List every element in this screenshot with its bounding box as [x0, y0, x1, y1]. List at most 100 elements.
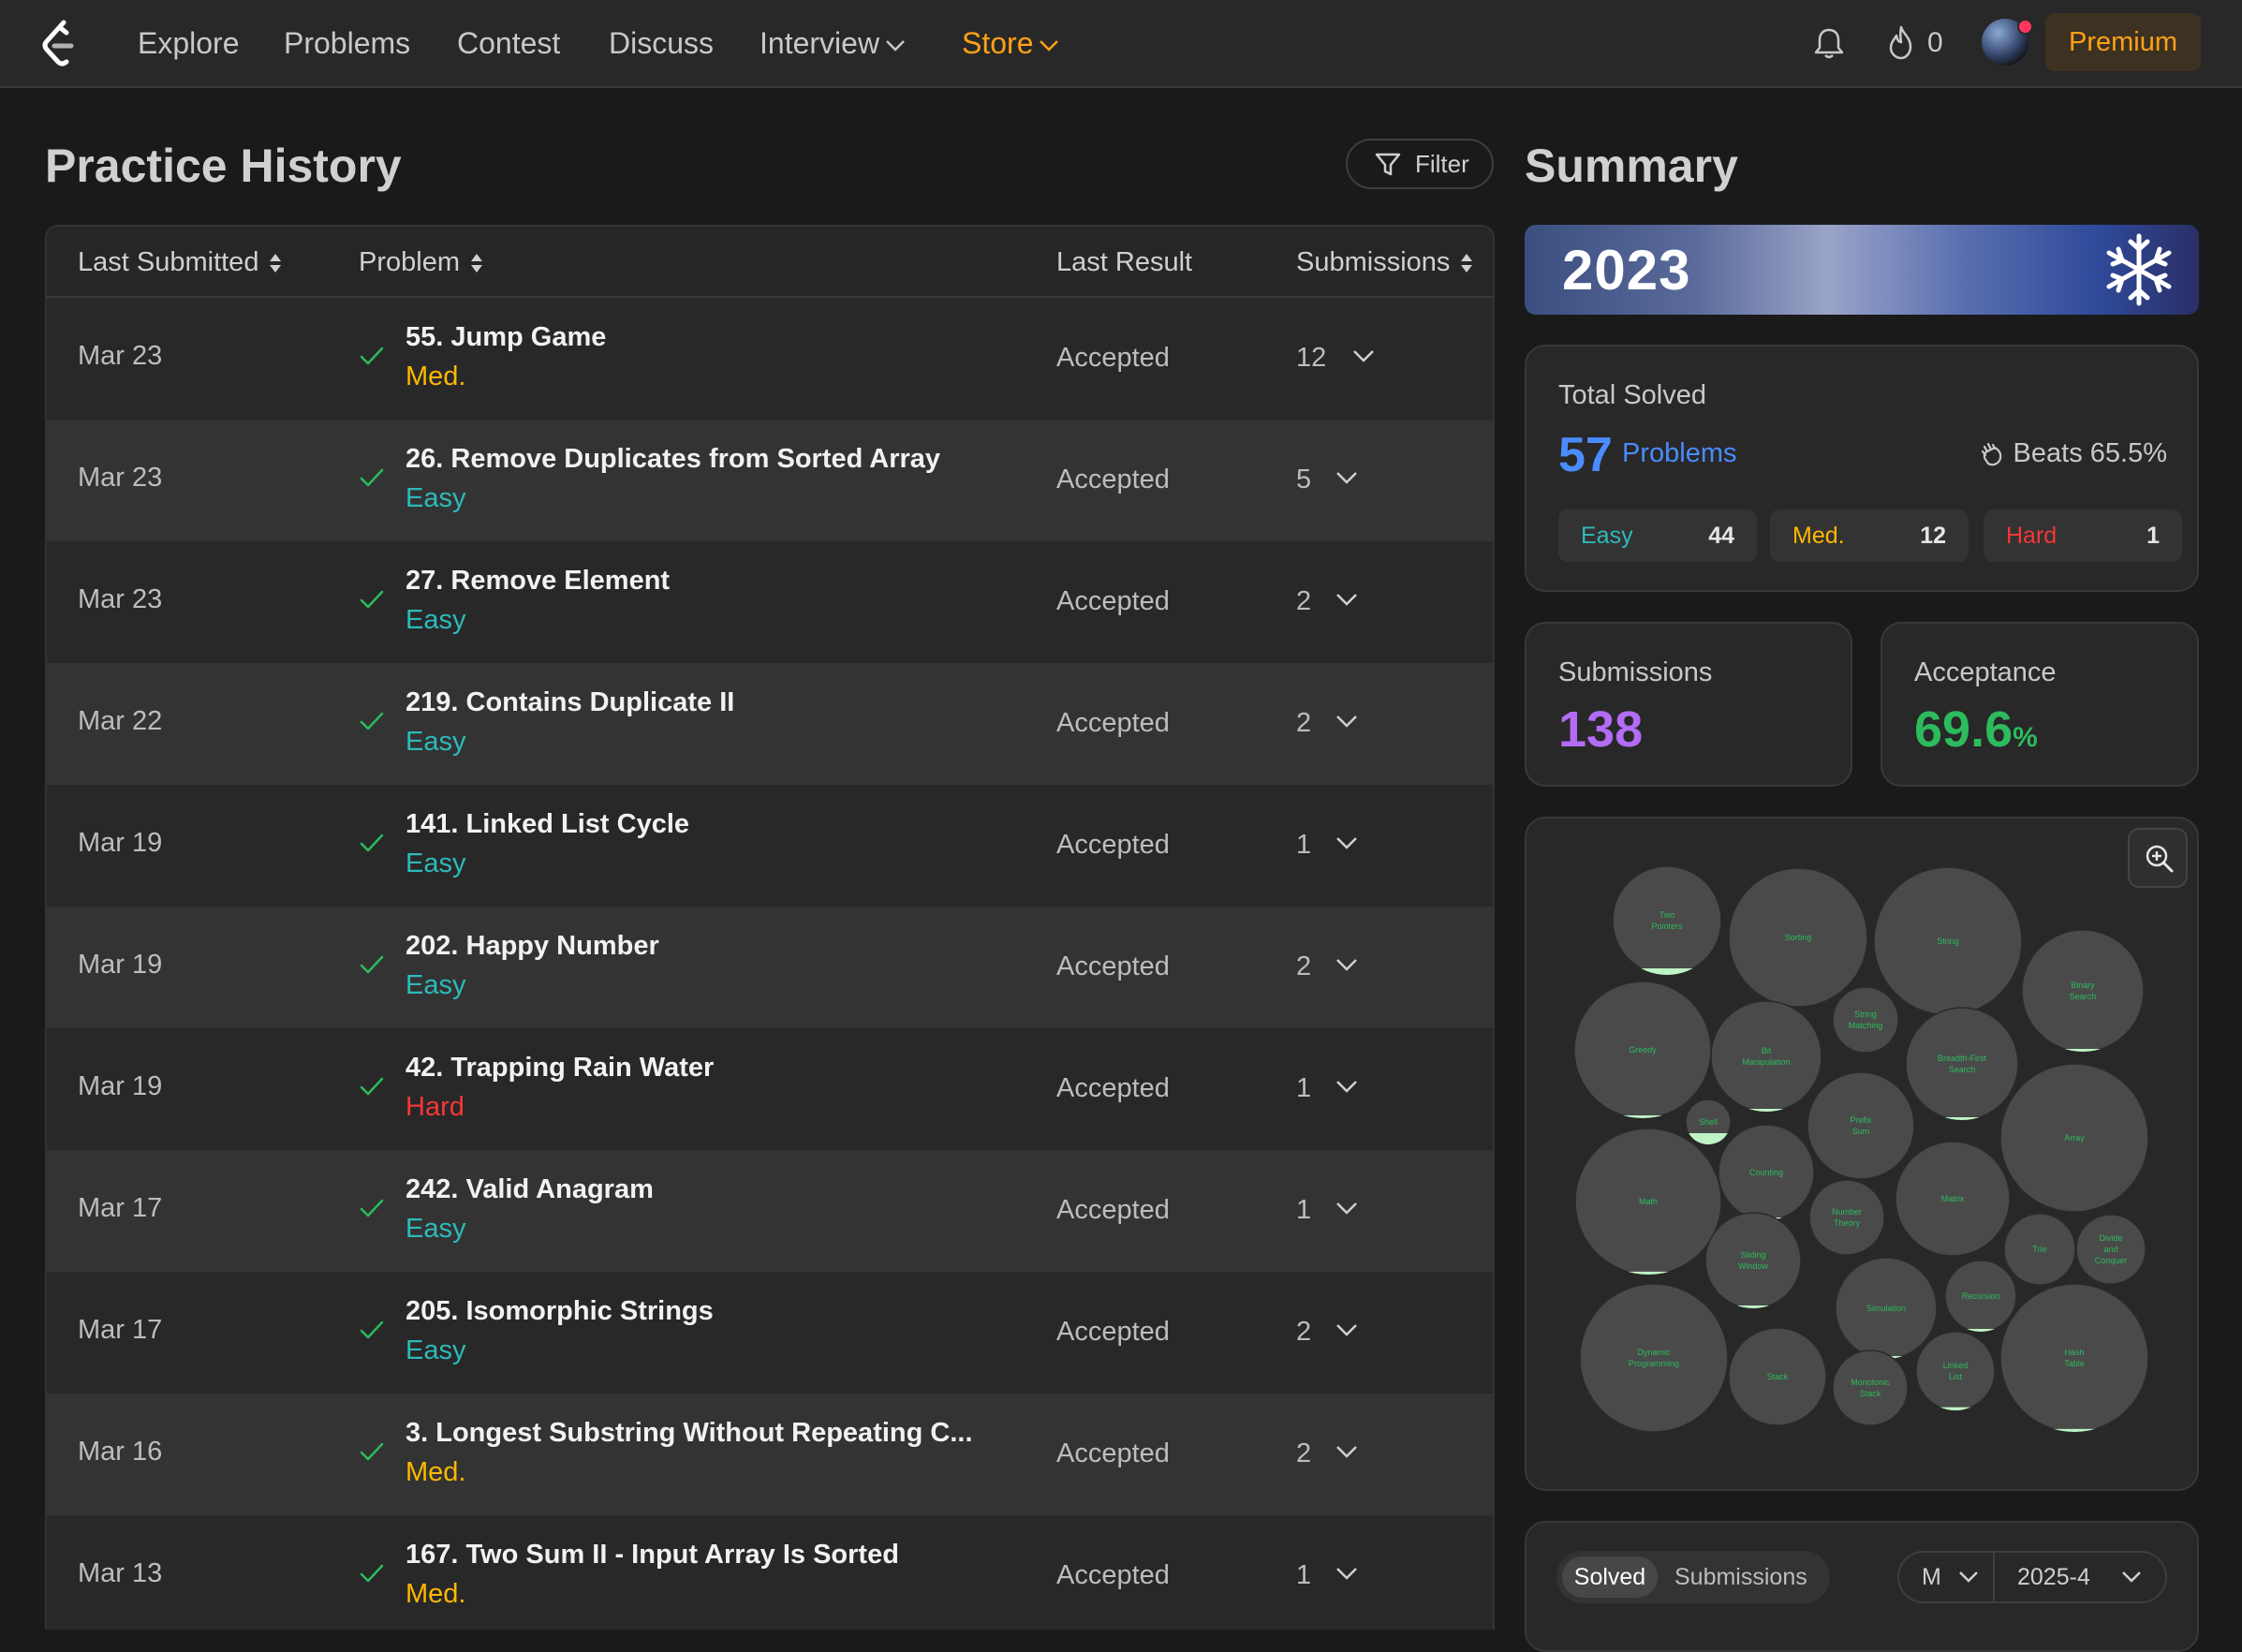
year-banner[interactable]: 2023: [1525, 225, 2199, 315]
easy-count-pill: Easy 44: [1558, 509, 1757, 562]
nav-explore[interactable]: Explore: [138, 24, 240, 62]
table-row[interactable]: Mar 23 26. Remove Duplicates from Sorted …: [47, 420, 1493, 541]
topic-bubble[interactable]: Shell: [1685, 1099, 1732, 1145]
table-row[interactable]: Mar 16 3. Longest Substring Without Repea…: [47, 1394, 1493, 1515]
table-row[interactable]: Mar 19 141. Linked List Cycle Easy Accepted…: [47, 785, 1493, 907]
topic-bubble[interactable]: Stack: [1728, 1327, 1827, 1426]
filter-button[interactable]: Filter: [1346, 139, 1494, 189]
topic-bubble[interactable]: Monotonic Stack: [1832, 1350, 1909, 1426]
topic-bubble[interactable]: Sliding Window: [1704, 1212, 1802, 1309]
difficulty-label: Med.: [406, 1457, 466, 1487]
topic-bubble[interactable]: String: [1873, 866, 2023, 1016]
topic-bubble[interactable]: Counting: [1718, 1124, 1815, 1221]
topic-bubble-circle: [1915, 1331, 1996, 1411]
topic-bubble-circle: [1579, 1283, 1729, 1433]
topic-bubble[interactable]: Math: [1574, 1128, 1722, 1276]
topic-bubble[interactable]: Recursion: [1944, 1260, 2017, 1333]
expand-chevron-icon[interactable]: [1335, 957, 1359, 972]
expand-chevron-icon[interactable]: [1335, 470, 1359, 485]
topic-bubble[interactable]: Binary Search: [2021, 929, 2145, 1053]
table-row[interactable]: Mar 19 202. Happy Number Easy Accepted 2: [47, 907, 1493, 1028]
table-row[interactable]: Mar 13 167. Two Sum II - Input Array Is S…: [47, 1515, 1493, 1630]
problem-title-link[interactable]: 3. Longest Substring Without Repeating C…: [406, 1418, 973, 1449]
filter-icon: [1375, 153, 1401, 176]
month-select-value: 2025-4: [2017, 1564, 2090, 1590]
submission-count: 2: [1296, 951, 1312, 981]
difficulty-label: Easy: [406, 1335, 466, 1365]
topic-bubble[interactable]: Greedy: [1573, 981, 1712, 1119]
last-result: Accepted: [1056, 1317, 1170, 1347]
table-row[interactable]: Mar 17 205. Isomorphic Strings Easy Accepte…: [47, 1272, 1493, 1394]
notification-bell-icon[interactable]: [1813, 26, 1845, 65]
tab-solved[interactable]: Solved: [1562, 1556, 1658, 1598]
expand-chevron-icon[interactable]: [1335, 835, 1359, 850]
problem-title-link[interactable]: 42. Trapping Rain Water: [406, 1053, 714, 1084]
expand-chevron-icon[interactable]: [1335, 592, 1359, 607]
problem-title-link[interactable]: 26. Remove Duplicates from Sorted Array: [406, 444, 940, 475]
problem-title-link[interactable]: 167. Two Sum II - Input Array Is Sorted: [406, 1540, 899, 1571]
topic-bubble[interactable]: Hash Table: [1999, 1283, 2149, 1433]
problem-title-link[interactable]: 219. Contains Duplicate II: [406, 687, 734, 718]
streak-flame-icon[interactable]: [1885, 24, 1917, 66]
difficulty-label: Easy: [406, 1214, 466, 1244]
nav-store[interactable]: Store: [962, 24, 1059, 62]
med-count-pill: Med. 12: [1770, 509, 1969, 562]
topic-bubble[interactable]: Matrix: [1895, 1141, 2011, 1257]
expand-chevron-icon[interactable]: [1351, 348, 1376, 363]
problem-title-link[interactable]: 202. Happy Number: [406, 931, 659, 962]
expand-chevron-icon[interactable]: [1335, 1566, 1359, 1581]
topic-bubble[interactable]: Trie: [2003, 1213, 2076, 1286]
nav-interview[interactable]: Interview: [760, 24, 906, 62]
problem-title-link[interactable]: 242. Valid Anagram: [406, 1174, 654, 1205]
header-problem[interactable]: Problem: [359, 245, 484, 279]
topic-bubble[interactable]: Two Pointers: [1612, 865, 1722, 976]
month-select[interactable]: 2025-4: [1993, 1551, 2167, 1603]
last-result: Accepted: [1056, 1195, 1170, 1225]
submissions-label: Submissions: [1558, 657, 1713, 687]
table-row[interactable]: Mar 23 55. Jump Game Med. Accepted 12: [47, 298, 1493, 420]
nav-contest[interactable]: Contest: [457, 24, 560, 62]
topic-bubble[interactable]: Breadth-First Search: [1905, 1007, 2019, 1121]
difficulty-label: Easy: [406, 727, 466, 757]
topic-progress-fill: [1916, 1407, 1995, 1410]
header-last-submitted[interactable]: Last Submitted: [78, 245, 283, 279]
topic-bubble[interactable]: Bit Manipulation: [1710, 1000, 1822, 1113]
table-row[interactable]: Mar 23 27. Remove Element Easy Accepted 2: [47, 541, 1493, 663]
nav-discuss[interactable]: Discuss: [609, 24, 714, 62]
topic-bubble[interactable]: Simulation: [1835, 1257, 1938, 1360]
problem-title-link[interactable]: 141. Linked List Cycle: [406, 809, 689, 840]
tab-submissions[interactable]: Submissions: [1674, 1556, 1807, 1598]
difficulty-label: Easy: [406, 970, 466, 1000]
difficulty-label: Med.: [406, 1579, 466, 1609]
topic-bubble[interactable]: String Matching: [1832, 986, 1899, 1054]
expand-chevron-icon[interactable]: [1335, 1079, 1359, 1094]
topic-bubble[interactable]: Sorting: [1728, 867, 1868, 1008]
header-problem-label: Problem: [359, 247, 460, 277]
zoom-button[interactable]: [2128, 828, 2188, 888]
header-submissions[interactable]: Submissions: [1296, 245, 1474, 279]
table-row[interactable]: Mar 19 42. Trapping Rain Water Hard Accepte…: [47, 1028, 1493, 1150]
topic-bubble[interactable]: Number Theory: [1808, 1179, 1885, 1256]
table-row[interactable]: Mar 17 242. Valid Anagram Easy Accepted 1: [47, 1150, 1493, 1272]
topic-bubble[interactable]: Divide and Conquer: [2075, 1214, 2146, 1285]
topic-bubble[interactable]: Linked List: [1915, 1331, 1996, 1411]
expand-chevron-icon[interactable]: [1335, 1201, 1359, 1216]
problem-title-link[interactable]: 205. Isomorphic Strings: [406, 1296, 714, 1327]
table-row[interactable]: Mar 22 219. Contains Duplicate II Easy Acce…: [47, 663, 1493, 785]
submitted-date: Mar 23: [78, 584, 163, 614]
problem-title-link[interactable]: 55. Jump Game: [406, 322, 606, 353]
topic-bubble[interactable]: Prefix Sum: [1807, 1071, 1915, 1180]
mode-select[interactable]: M: [1897, 1551, 1995, 1603]
premium-button[interactable]: Premium: [2045, 13, 2201, 71]
leetcode-logo-icon[interactable]: [37, 19, 82, 67]
expand-chevron-icon[interactable]: [1335, 1322, 1359, 1337]
expand-chevron-icon[interactable]: [1335, 714, 1359, 729]
acceptance-label: Acceptance: [1914, 657, 2057, 687]
expand-chevron-icon[interactable]: [1335, 1444, 1359, 1459]
topic-bubble-circle: [1999, 1283, 2149, 1433]
topic-bubble[interactable]: Array: [1999, 1063, 2149, 1213]
problem-title-link[interactable]: 27. Remove Element: [406, 566, 670, 597]
summary-title: Summary: [1525, 140, 1738, 192]
nav-problems[interactable]: Problems: [284, 24, 410, 62]
topic-bubble[interactable]: Dynamic Programming: [1579, 1283, 1729, 1433]
